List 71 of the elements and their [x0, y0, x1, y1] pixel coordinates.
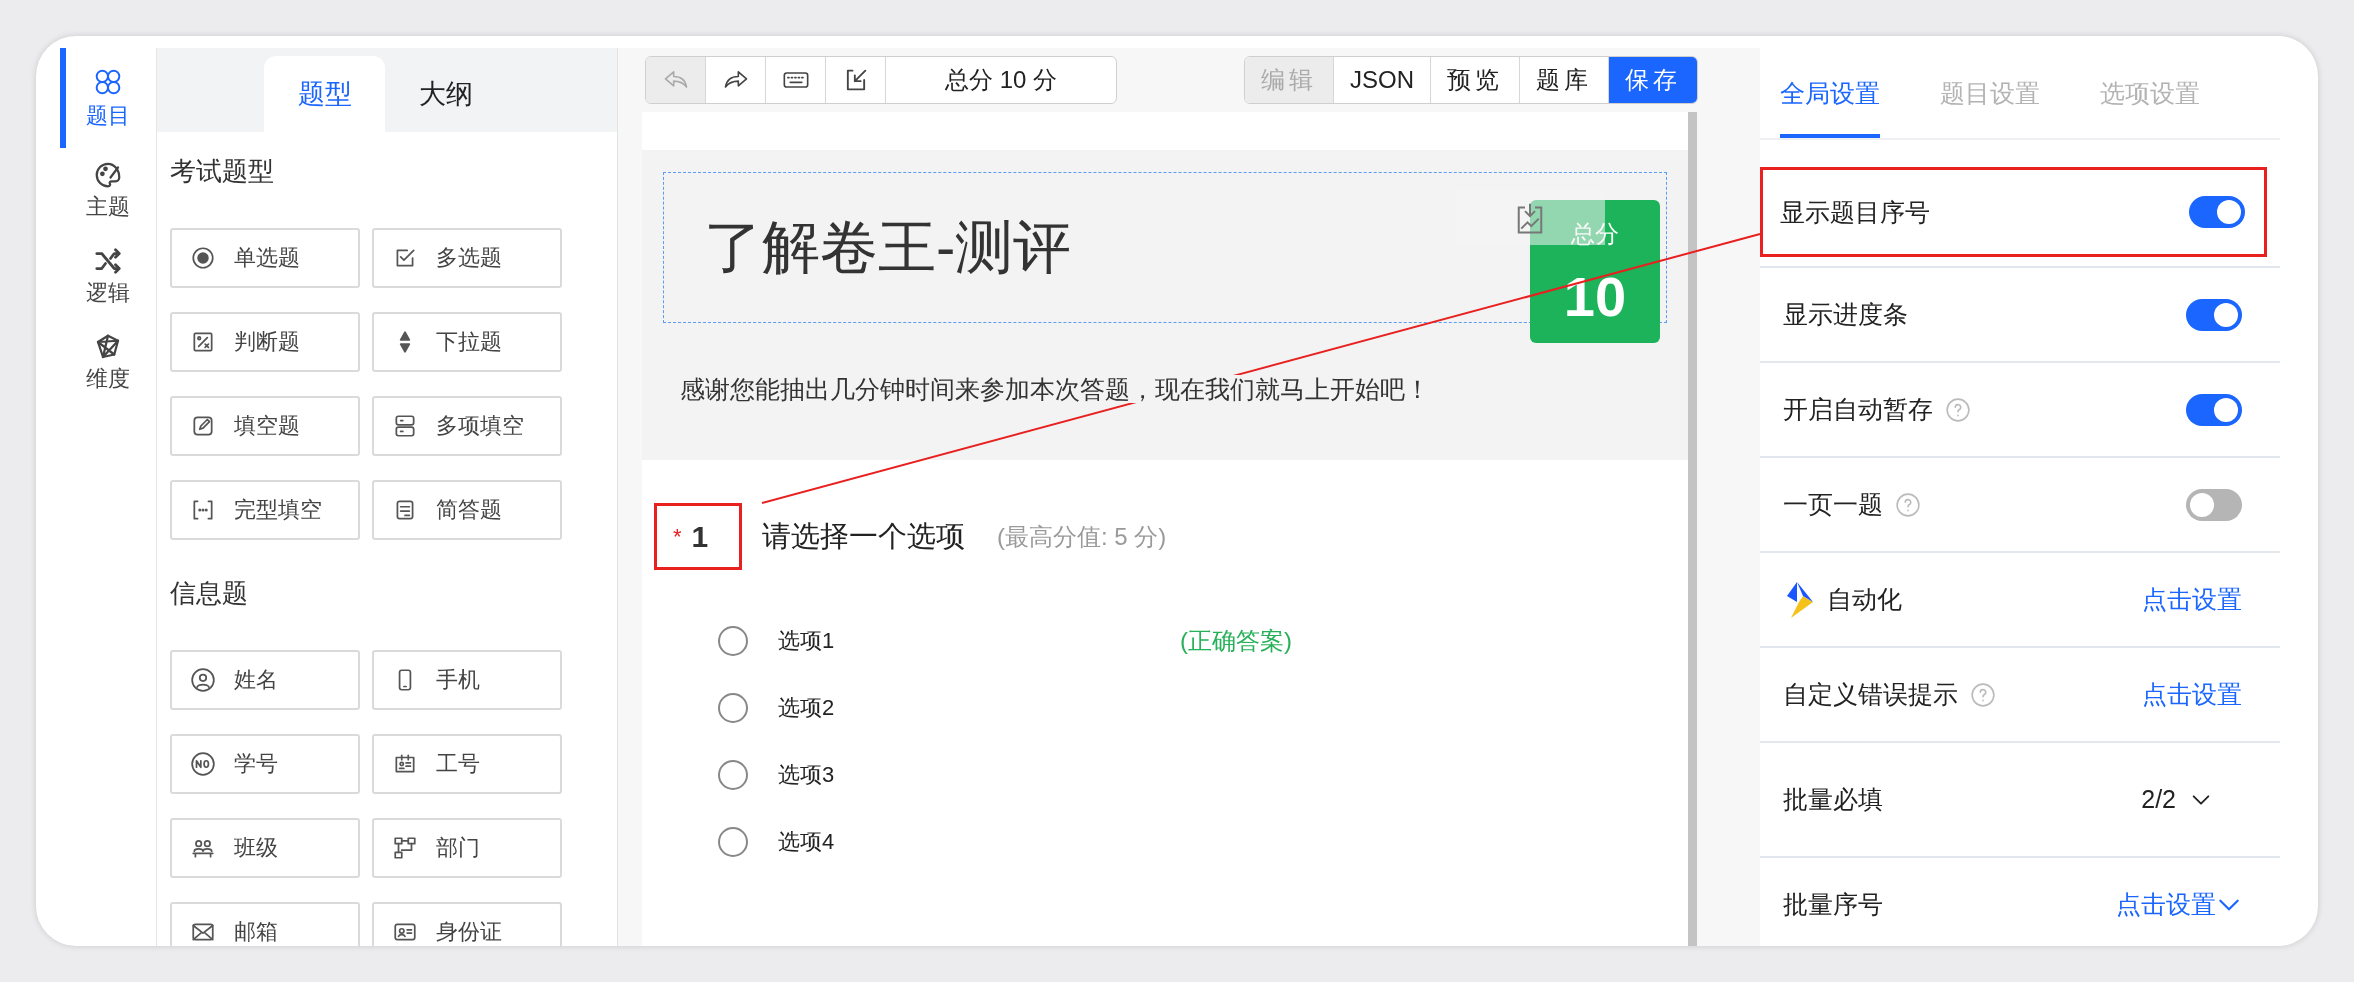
toolbar-button[interactable]: 保存 [1609, 57, 1697, 103]
radio-button[interactable] [718, 759, 748, 790]
setting-label: 开启自动暂存 [1783, 394, 1933, 425]
settings-link[interactable]: 点击设置 [2142, 678, 2242, 711]
survey-title: 了解卷王-测评 [704, 212, 1072, 281]
help-icon [1970, 681, 1996, 708]
question-type-button[interactable]: 工号 [372, 734, 562, 794]
option-label: 选项1 [778, 626, 836, 655]
question-type-button[interactable]: 判断题 [170, 312, 360, 372]
question-type-button[interactable]: 完型填空 [170, 480, 360, 540]
help-icon [1895, 491, 1921, 518]
setting-label: 自动化 [1827, 584, 1902, 615]
badge-label: 总分 [1571, 219, 1619, 249]
total-score-label: 总分 10 分 [944, 65, 1058, 95]
question-type-button[interactable]: 填空题 [170, 396, 360, 456]
question-type-button[interactable]: 单选题 [170, 228, 360, 288]
radio-button[interactable] [718, 625, 748, 656]
rail-item[interactable]: 逻辑 [60, 234, 156, 320]
hierarchy-icon [392, 835, 418, 861]
section-title: 信息题 [169, 577, 249, 610]
setting-label: 批量必填 [1783, 784, 1883, 815]
question-type-button[interactable]: 姓名 [170, 650, 360, 710]
radio-button[interactable] [718, 826, 748, 857]
shuffle-icon [93, 246, 123, 276]
correct-answer-note: (正确答案) [1180, 625, 1292, 656]
section-title: 考试题型 [169, 155, 275, 188]
setting-label: 自定义错误提示 [1783, 679, 1958, 710]
panel-tab[interactable]: 大纲 [385, 56, 506, 132]
question-type-button[interactable]: 下拉题 [372, 312, 562, 372]
question-type-button[interactable]: 部门 [372, 818, 562, 878]
setting-label: 显示题目序号 [1780, 196, 1930, 228]
rail-item[interactable]: 维度 [60, 320, 156, 406]
palette-icon [93, 160, 123, 190]
question-type-button[interactable]: 班级 [170, 818, 360, 878]
score-note: (最高分值: 5 分) [997, 521, 1167, 552]
panel-tab[interactable]: 题型 [264, 56, 385, 132]
question-type-button[interactable]: 手机 [372, 650, 562, 710]
question-type-button[interactable]: 学号 [170, 734, 360, 794]
question-title: 请选择一个选项 [762, 518, 965, 554]
option-label: 选项3 [778, 760, 836, 789]
question-type-button[interactable]: 邮箱 [170, 902, 360, 946]
setting-label: 显示进度条 [1783, 299, 1908, 330]
radio-button[interactable] [718, 692, 748, 723]
bracket-dots-icon [190, 497, 216, 523]
toggle-switch[interactable] [2186, 488, 2242, 521]
rows-icon [392, 413, 418, 439]
toggle-switch[interactable] [2189, 196, 2245, 228]
number-text: 1 [691, 519, 709, 554]
option-label: 选项2 [778, 693, 836, 722]
setting-label: 一页一题 [1783, 489, 1883, 520]
settings-tab[interactable]: 全局设置 [1780, 52, 1880, 138]
percent-box-icon [190, 329, 216, 355]
help-icon [1945, 396, 1971, 423]
edit-icon [190, 413, 216, 439]
question-type-button[interactable]: 简答题 [372, 480, 562, 540]
user-icon [190, 667, 216, 693]
number-badge-icon [190, 751, 216, 777]
scrollbar[interactable] [1688, 112, 1697, 946]
settings-link[interactable]: 点击设置 [2116, 888, 2242, 921]
option-label: 选项4 [778, 827, 836, 856]
toggle-switch[interactable] [2186, 298, 2242, 331]
question-type-button[interactable]: 身份证 [372, 902, 562, 946]
settings-link[interactable]: 点击设置 [2142, 583, 2242, 616]
question-type-button[interactable]: 多选题 [372, 228, 562, 288]
question-type-button[interactable]: 多项填空 [372, 396, 562, 456]
required-mark: * [673, 523, 682, 550]
toggle-switch[interactable] [2186, 393, 2242, 426]
rail-item[interactable]: 主题 [60, 148, 156, 234]
select-control[interactable]: 2/2 [2141, 785, 2212, 814]
radio-icon [190, 245, 216, 271]
setting-label: 批量序号 [1783, 889, 1883, 920]
